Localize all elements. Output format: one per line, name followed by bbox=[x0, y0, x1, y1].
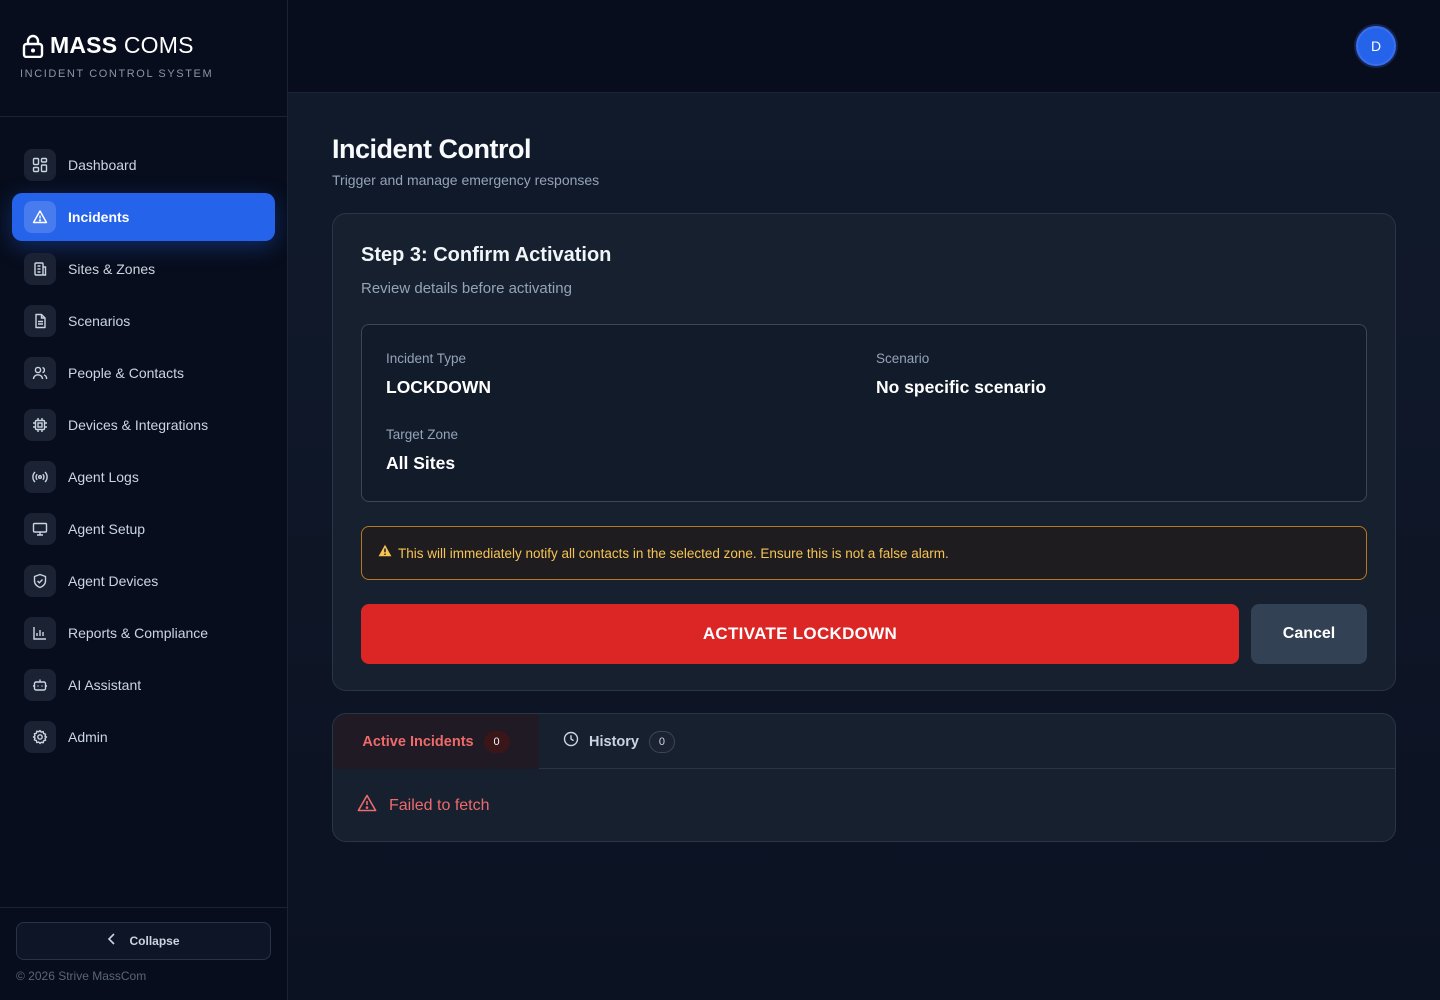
topbar: D bbox=[288, 0, 1440, 93]
shield-check-icon bbox=[24, 565, 56, 597]
document-icon bbox=[24, 305, 56, 337]
incident-type-label: Incident Type bbox=[386, 351, 467, 366]
fetch-error: Failed to fetch bbox=[357, 794, 490, 817]
target-zone-value: All Sites bbox=[386, 453, 456, 473]
sidebar-item-scenarios[interactable]: Scenarios bbox=[12, 297, 275, 345]
tab-history[interactable]: History 0 bbox=[563, 714, 675, 769]
brand-logo[interactable]: MASS COMS bbox=[22, 32, 287, 59]
brand-name: MASS COMS bbox=[50, 32, 194, 59]
active-count-badge: 0 bbox=[483, 730, 510, 753]
sidebar-item-agent-logs[interactable]: Agent Logs bbox=[12, 453, 275, 501]
building-icon bbox=[24, 253, 56, 285]
tab-label: Active Incidents bbox=[362, 733, 474, 750]
brand-name-bold: MASS bbox=[50, 32, 118, 58]
sidebar-item-label: Reports & Compliance bbox=[68, 625, 209, 641]
sidebar-footer: Collapse © 2026 Strive MassCom bbox=[0, 907, 287, 1000]
monitor-icon bbox=[24, 513, 56, 545]
copyright: © 2026 Strive MassCom bbox=[16, 969, 147, 983]
sidebar-item-agent-devices[interactable]: Agent Devices bbox=[12, 557, 275, 605]
tab-label: History bbox=[589, 733, 639, 750]
sidebar-nav: Dashboard Incidents Sites & Zones Scenar… bbox=[0, 117, 287, 761]
users-icon bbox=[24, 357, 56, 389]
dashboard-icon bbox=[24, 149, 56, 181]
sidebar-item-label: Admin bbox=[68, 729, 108, 745]
warning-text: This will immediately notify all contact… bbox=[398, 545, 949, 561]
page-title: Incident Control bbox=[332, 134, 531, 164]
collapse-label: Collapse bbox=[129, 934, 180, 948]
history-count-badge: 0 bbox=[648, 730, 675, 753]
scenario-value: No specific scenario bbox=[876, 377, 1047, 397]
warning-icon bbox=[378, 544, 392, 562]
cancel-button[interactable]: Cancel bbox=[1251, 604, 1367, 664]
gear-icon bbox=[24, 721, 56, 753]
sidebar-item-label: Sites & Zones bbox=[68, 261, 156, 277]
step-subtitle: Review details before activating bbox=[361, 280, 572, 297]
avatar[interactable]: D bbox=[1356, 26, 1396, 66]
sidebar-item-admin[interactable]: Admin bbox=[12, 713, 275, 761]
lock-icon bbox=[22, 34, 44, 58]
chip-icon bbox=[24, 409, 56, 441]
brand: MASS COMS INCIDENT CONTROL SYSTEM bbox=[0, 0, 287, 117]
alert-triangle-icon bbox=[24, 201, 56, 233]
sidebar-item-label: Dashboard bbox=[68, 157, 137, 173]
confirm-activation-card: Step 3: Confirm Activation Review detail… bbox=[332, 213, 1396, 691]
sidebar-item-label: People & Contacts bbox=[68, 365, 184, 381]
tab-bar: Active Incidents 0 History 0 bbox=[333, 714, 1395, 769]
activate-lockdown-button[interactable]: ACTIVATE LOCKDOWN bbox=[361, 604, 1239, 664]
sidebar-item-agent-setup[interactable]: Agent Setup bbox=[12, 505, 275, 553]
sidebar-item-label: Devices & Integrations bbox=[68, 417, 209, 433]
incident-type-value: LOCKDOWN bbox=[386, 377, 491, 397]
brand-subtitle: INCIDENT CONTROL SYSTEM bbox=[20, 68, 214, 80]
sidebar-item-label: Incidents bbox=[68, 209, 130, 225]
brand-name-regular: COMS bbox=[123, 32, 194, 58]
clock-icon bbox=[563, 731, 579, 752]
sidebar-item-dashboard[interactable]: Dashboard bbox=[12, 141, 275, 189]
sidebar-item-sites-zones[interactable]: Sites & Zones bbox=[12, 245, 275, 293]
sidebar-item-label: AI Assistant bbox=[68, 677, 142, 693]
main-content: Incident Control Trigger and manage emer… bbox=[288, 93, 1440, 1000]
incident-details: Incident Type LOCKDOWN Scenario No speci… bbox=[361, 324, 1367, 502]
incidents-tabs-card: Active Incidents 0 History 0 Failed to f… bbox=[332, 713, 1396, 842]
chevron-left-icon bbox=[107, 932, 117, 950]
broadcast-icon bbox=[24, 461, 56, 493]
sidebar-item-incidents[interactable]: Incidents bbox=[12, 193, 275, 241]
collapse-button[interactable]: Collapse bbox=[16, 922, 271, 960]
target-zone-label: Target Zone bbox=[386, 427, 459, 442]
bot-icon bbox=[24, 669, 56, 701]
sidebar-item-label: Agent Logs bbox=[68, 469, 139, 485]
sidebar-item-label: Agent Setup bbox=[68, 521, 146, 537]
sidebar-item-label: Scenarios bbox=[68, 313, 131, 329]
sidebar-item-ai-assistant[interactable]: AI Assistant bbox=[12, 661, 275, 709]
step-title: Step 3: Confirm Activation bbox=[361, 244, 612, 266]
tab-active-incidents[interactable]: Active Incidents 0 bbox=[333, 714, 539, 769]
error-text: Failed to fetch bbox=[389, 796, 490, 814]
bar-chart-icon bbox=[24, 617, 56, 649]
sidebar-item-people-contacts[interactable]: People & Contacts bbox=[12, 349, 275, 397]
scenario-label: Scenario bbox=[876, 351, 930, 366]
sidebar-item-devices-integrations[interactable]: Devices & Integrations bbox=[12, 401, 275, 449]
sidebar: MASS COMS INCIDENT CONTROL SYSTEM Dashbo… bbox=[0, 0, 288, 1000]
sidebar-item-label: Agent Devices bbox=[68, 573, 159, 589]
false-alarm-warning: This will immediately notify all contact… bbox=[361, 526, 1367, 580]
page-subtitle: Trigger and manage emergency responses bbox=[332, 172, 600, 188]
sidebar-item-reports-compliance[interactable]: Reports & Compliance bbox=[12, 609, 275, 657]
alert-triangle-icon bbox=[357, 794, 377, 817]
